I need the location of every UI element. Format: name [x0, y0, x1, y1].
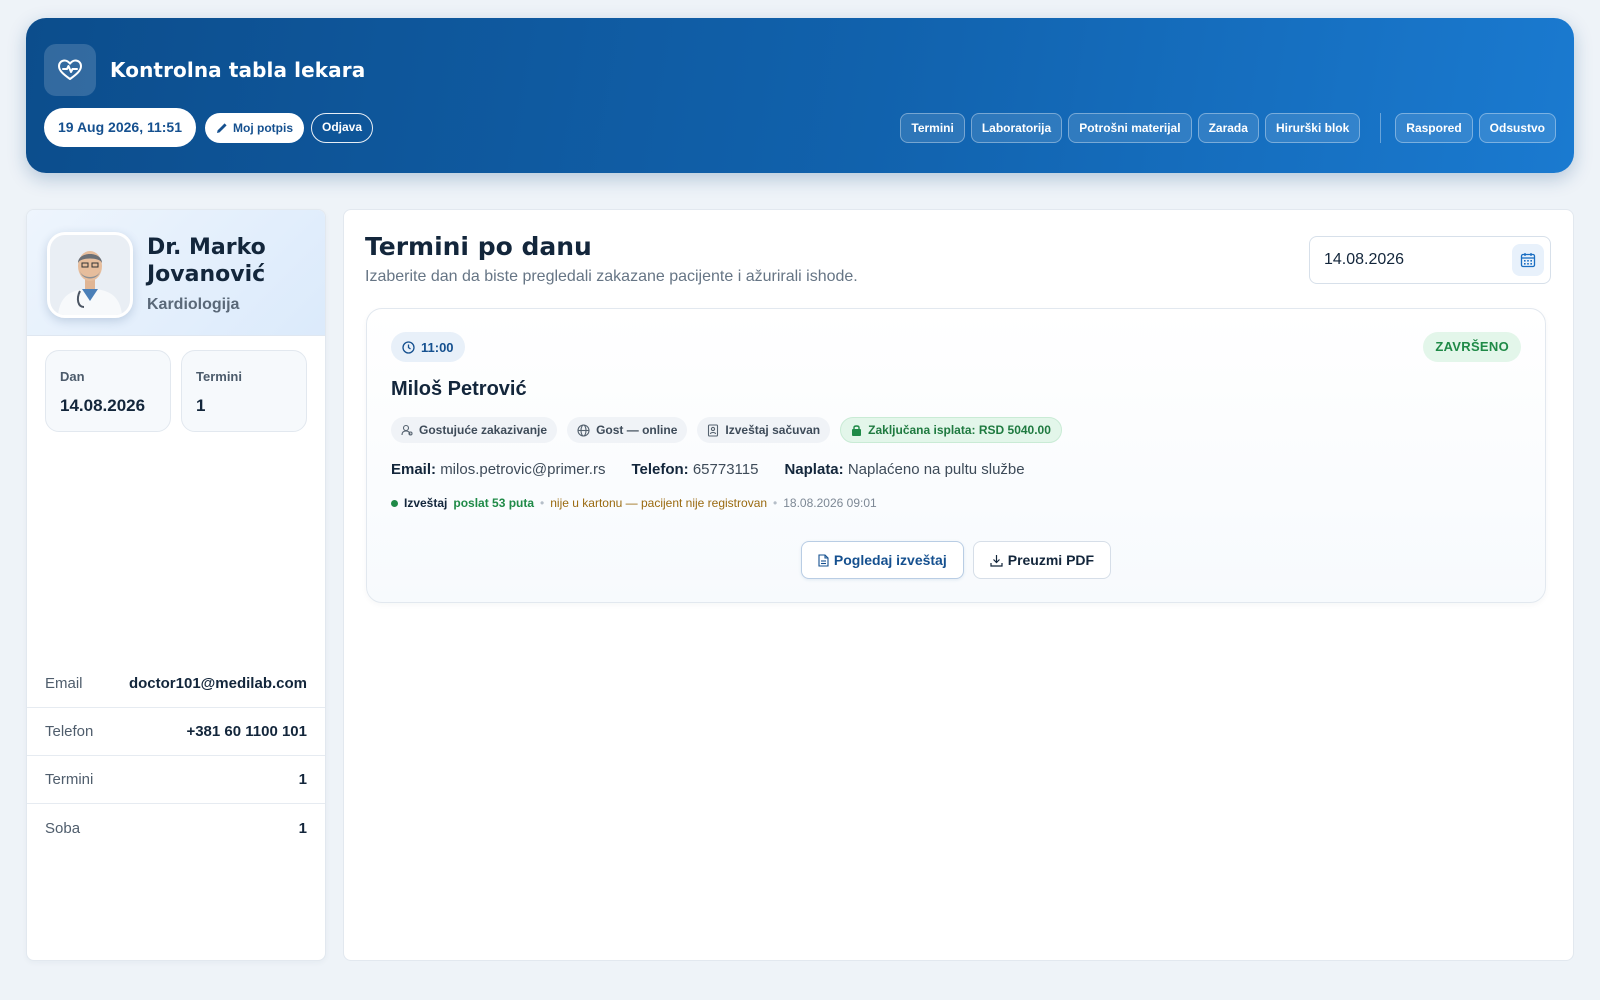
- download-pdf-button[interactable]: Preuzmi PDF: [972, 541, 1112, 579]
- appointment-card: 11:00 ZAVRŠENO Miloš Petrović Gostujuće …: [366, 308, 1546, 603]
- stat-label: Dan: [60, 369, 85, 384]
- app-title: Kontrolna tabla lekara: [110, 58, 366, 82]
- info-key: Termini: [45, 771, 94, 788]
- tag-label: Izveštaj sačuvan: [725, 423, 821, 437]
- view-report-button[interactable]: Pogledaj izveštaj: [800, 541, 964, 579]
- download-pdf-label: Preuzmi PDF: [1007, 552, 1095, 568]
- stat-value: 14.08.2026: [60, 396, 146, 415]
- globe-icon: [577, 423, 590, 437]
- info-key: Email: [45, 675, 83, 692]
- clock-icon: [402, 340, 415, 354]
- logout-button[interactable]: Odjava: [311, 113, 374, 143]
- pencil-icon: [216, 122, 228, 134]
- my-signature-button[interactable]: Moj potpis: [205, 113, 304, 143]
- appointments-panel: Termini po danu Izaberite dan da biste p…: [343, 209, 1574, 961]
- nav-zarada[interactable]: Zarada: [1197, 113, 1259, 143]
- stat-label: Termini: [196, 369, 242, 384]
- file-icon: [818, 553, 829, 567]
- download-icon: [990, 554, 1003, 567]
- my-signature-label: Moj potpis: [233, 121, 293, 135]
- nav-laboratorija[interactable]: Laboratorija: [970, 113, 1063, 143]
- report-status: Izveštaj poslat 53 puta • nije u kartonu…: [391, 496, 877, 510]
- info-value: +381 60 1100 101: [186, 723, 307, 740]
- patient-payment: Naplata: Naplaćeno na pultu službe: [784, 461, 1024, 478]
- nav-termini[interactable]: Termini: [900, 113, 965, 143]
- patient-email: Email: milos.petrovic@primer.rs: [391, 461, 605, 478]
- nav-divider: [1380, 113, 1382, 143]
- page-title: Termini po danu: [365, 232, 592, 261]
- view-report-label: Pogledaj izveštaj: [833, 552, 947, 568]
- patient-name: Miloš Petrović: [391, 378, 527, 400]
- payment-value: Naplaćeno na pultu službe: [847, 461, 1025, 478]
- info-row-email: Email doctor101@medilab.com: [27, 660, 325, 708]
- info-row-phone: Telefon +381 60 1100 101: [27, 708, 325, 756]
- report-timestamp: 18.08.2026 09:01: [783, 496, 877, 510]
- email-label: Email:: [391, 461, 437, 478]
- heart-pulse-icon: [44, 44, 96, 96]
- user-icon: [401, 424, 413, 436]
- tag-locked-payout: Zaključana isplata: RSD 5040.00: [840, 417, 1062, 443]
- info-key: Telefon: [45, 723, 94, 740]
- app-header: Kontrolna tabla lekara 19 Aug 2026, 11:5…: [26, 18, 1574, 173]
- nav-odsustvo[interactable]: Odsustvo: [1478, 113, 1556, 143]
- appointment-time: 11:00: [391, 332, 465, 362]
- patient-contact: Email: milos.petrovic@primer.rs Telefon:…: [391, 461, 1025, 478]
- email-value: milos.petrovic@primer.rs: [440, 461, 606, 478]
- tag-label: Gost — online: [596, 423, 678, 437]
- date-picker-input[interactable]: 14.08.2026: [1309, 236, 1551, 284]
- appointment-actions: Pogledaj izveštaj Preuzmi PDF: [367, 541, 1545, 579]
- nav-raspored[interactable]: Raspored: [1395, 113, 1473, 143]
- phone-label: Telefon:: [631, 461, 689, 478]
- date-value: 14.08.2026: [1324, 251, 1405, 268]
- doctor-name: Dr. Marko Jovanović: [147, 235, 266, 287]
- info-row-room: Soba 1: [27, 804, 325, 852]
- doctor-info-list: Email doctor101@medilab.com Telefon +381…: [27, 660, 325, 852]
- phone-value: 65773115: [692, 461, 759, 478]
- info-value: 1: [298, 819, 307, 837]
- stat-value: 1: [196, 396, 206, 415]
- stat-card-appointments: Termini 1: [181, 350, 307, 432]
- current-datetime: 19 Aug 2026, 11:51: [44, 108, 197, 147]
- page-subtitle: Izaberite dan da biste pregledali zakaza…: [365, 268, 858, 285]
- lock-icon: [851, 424, 862, 436]
- doctor-profile: Dr. Marko Jovanović Kardiologija: [27, 210, 325, 336]
- doctor-stats: Dan 14.08.2026 Termini 1: [45, 350, 307, 432]
- payment-label: Naplata:: [784, 461, 844, 478]
- report-warning: nije u kartonu — pacijent nije registrov…: [550, 496, 768, 510]
- patient-phone: Telefon: 65773115: [631, 461, 758, 478]
- tag-guest-online: Gost — online: [567, 417, 688, 443]
- main-nav: Termini Laboratorija Potrošni materijal …: [900, 113, 1556, 143]
- report-label: Izveštaj: [404, 496, 448, 510]
- info-key: Soba: [45, 819, 81, 837]
- info-value: doctor101@medilab.com: [128, 675, 307, 692]
- status-dot-icon: [391, 499, 398, 507]
- doctor-avatar: [47, 232, 133, 318]
- status-badge: ZAVRŠENO: [1423, 332, 1521, 362]
- tag-guest-booking: Gostujuće zakazivanje: [391, 417, 558, 443]
- nav-hirurski-blok[interactable]: Hirurški blok: [1264, 113, 1361, 143]
- calendar-icon[interactable]: [1512, 244, 1544, 276]
- doctor-specialty: Kardiologija: [147, 296, 240, 313]
- info-row-appointments: Termini 1: [27, 756, 325, 804]
- stat-card-day: Dan 14.08.2026: [45, 350, 171, 432]
- separator-dot: •: [773, 496, 778, 510]
- tag-label: Gostujuće zakazivanje: [419, 423, 548, 437]
- appointment-tags: Gostujuće zakazivanje Gost — online Izve…: [391, 417, 1062, 443]
- appointment-time-value: 11:00: [421, 339, 454, 355]
- doctor-sidebar: Dr. Marko Jovanović Kardiologija Dan 14.…: [26, 209, 326, 961]
- info-value: 1: [298, 771, 307, 788]
- tag-report-saved: Izveštaj sačuvan: [697, 417, 831, 443]
- nav-potrosni-materijal[interactable]: Potrošni materijal: [1068, 113, 1192, 143]
- report-sent-count: poslat 53 puta: [453, 496, 535, 510]
- document-icon: [707, 423, 719, 437]
- tag-label: Zaključana isplata: RSD 5040.00: [868, 423, 1051, 437]
- separator-dot: •: [540, 496, 545, 510]
